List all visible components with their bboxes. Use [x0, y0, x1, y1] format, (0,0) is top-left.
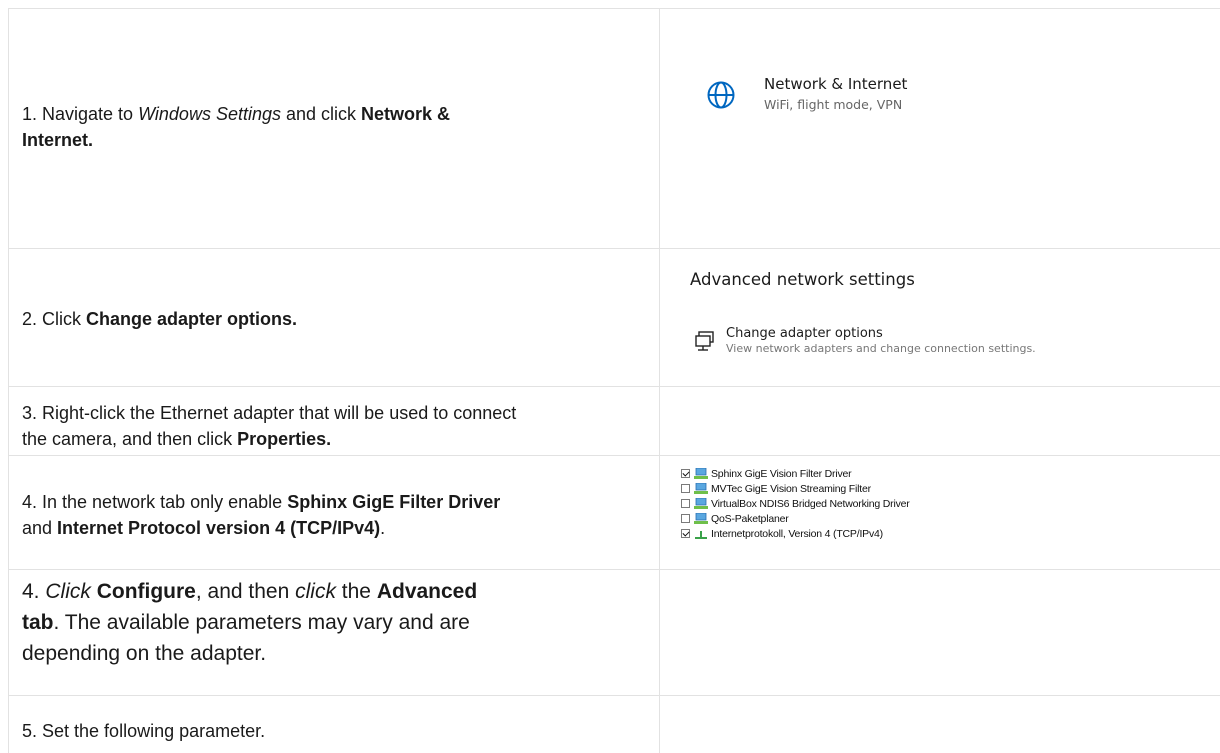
step-3-text: 3. Right-click the Ethernet adapter that… — [22, 400, 642, 452]
grid-line-row4 — [8, 569, 1220, 570]
advanced-network-settings-heading: Advanced network settings — [690, 270, 915, 289]
list-item[interactable]: Sphinx GigE Vision Filter Driver — [681, 466, 910, 481]
step-6-text: 5. Set the following parameter. — [22, 718, 642, 744]
step-5-text: 4. Click Configure, and then click the A… — [22, 576, 642, 669]
step-5-italic-1: Click — [45, 580, 91, 603]
step-5-bold-1: Configure — [96, 580, 196, 603]
monitor-network-icon — [695, 331, 714, 351]
network-client-icon — [694, 497, 708, 509]
grid-line-left — [8, 8, 9, 753]
step-5-italic-2: click — [295, 580, 336, 603]
globe-icon — [707, 81, 735, 109]
change-adapter-options-link[interactable]: Change adapter options — [726, 326, 883, 341]
checkbox[interactable] — [681, 499, 690, 508]
grid-line-top — [8, 8, 1220, 9]
grid-line-row2 — [8, 386, 1220, 387]
step-4-bold-2: Internet Protocol version 4 (TCP/IPv4) — [57, 518, 381, 538]
component-label: Sphinx GigE Vision Filter Driver — [711, 467, 852, 480]
component-label: Internetprotokoll, Version 4 (TCP/IPv4) — [711, 527, 883, 540]
grid-line-middle — [659, 8, 660, 753]
step-1-mid: and click — [280, 104, 362, 124]
step-1-prefix: 1. Navigate to — [22, 104, 139, 124]
network-internet-subtitle: WiFi, flight mode, VPN — [764, 97, 903, 112]
network-client-icon — [694, 482, 708, 494]
step-3-bold: Properties. — [237, 429, 332, 449]
checkbox[interactable] — [681, 514, 690, 523]
step-3-line2: the camera, and then click — [22, 429, 238, 449]
component-label: VirtualBox NDIS6 Bridged Networking Driv… — [711, 497, 910, 510]
grid-line-row1 — [8, 248, 1220, 249]
step-4-bold-1: Sphinx GigE Filter Driver — [287, 492, 501, 512]
step-2-prefix: 2. Click — [22, 309, 87, 329]
list-item[interactable]: QoS-Paketplaner — [681, 511, 910, 526]
step-1-bold-2: Internet. — [22, 130, 94, 150]
list-item[interactable]: MVTec GigE Vision Streaming Filter — [681, 481, 910, 496]
network-components-list: Sphinx GigE Vision Filter Driver MVTec G… — [681, 466, 910, 541]
network-client-icon — [694, 512, 708, 524]
checkbox[interactable] — [681, 469, 690, 478]
list-item[interactable]: Internetprotokoll, Version 4 (TCP/IPv4) — [681, 526, 910, 541]
step-5-post: the — [335, 580, 377, 603]
checkbox[interactable] — [681, 529, 690, 538]
checkbox[interactable] — [681, 484, 690, 493]
step-4-line1: 4. In the network tab only enable — [22, 492, 288, 512]
step-1-bold: Network & — [361, 104, 451, 124]
network-client-icon — [694, 467, 708, 479]
step-5-bold-2: Advanced — [376, 580, 478, 603]
grid-line-row5 — [8, 695, 1220, 696]
step-4-line2: and — [22, 518, 58, 538]
step-4-text: 4. In the network tab only enable Sphinx… — [22, 489, 642, 541]
protocol-icon — [695, 530, 707, 539]
step-5-prefix: 4. — [22, 580, 46, 603]
component-label: MVTec GigE Vision Streaming Filter — [711, 482, 871, 495]
step-1-italic: Windows Settings — [138, 104, 281, 124]
list-item[interactable]: VirtualBox NDIS6 Bridged Networking Driv… — [681, 496, 910, 511]
step-6-content: 5. Set the following parameter. — [22, 721, 266, 741]
step-5-bold-3: tab — [22, 611, 54, 634]
step-5-mid: , and then — [195, 580, 296, 603]
component-label: QoS-Paketplaner — [711, 512, 789, 525]
step-5-line3: depending on the adapter. — [22, 642, 267, 665]
step-5-line2: . The available parameters may vary and … — [53, 611, 470, 634]
step-4-line2-post: . — [380, 518, 386, 538]
change-adapter-options-subtitle: View network adapters and change connect… — [726, 342, 1036, 355]
grid-line-row3 — [8, 455, 1220, 456]
step-2-bold: Change adapter options. — [86, 309, 298, 329]
step-3-line1: 3. Right-click the Ethernet adapter that… — [22, 403, 517, 423]
network-internet-title[interactable]: Network & Internet — [764, 75, 907, 93]
step-1-text: 1. Navigate to Windows Settings and clic… — [22, 101, 642, 153]
step-2-text: 2. Click Change adapter options. — [22, 306, 642, 332]
